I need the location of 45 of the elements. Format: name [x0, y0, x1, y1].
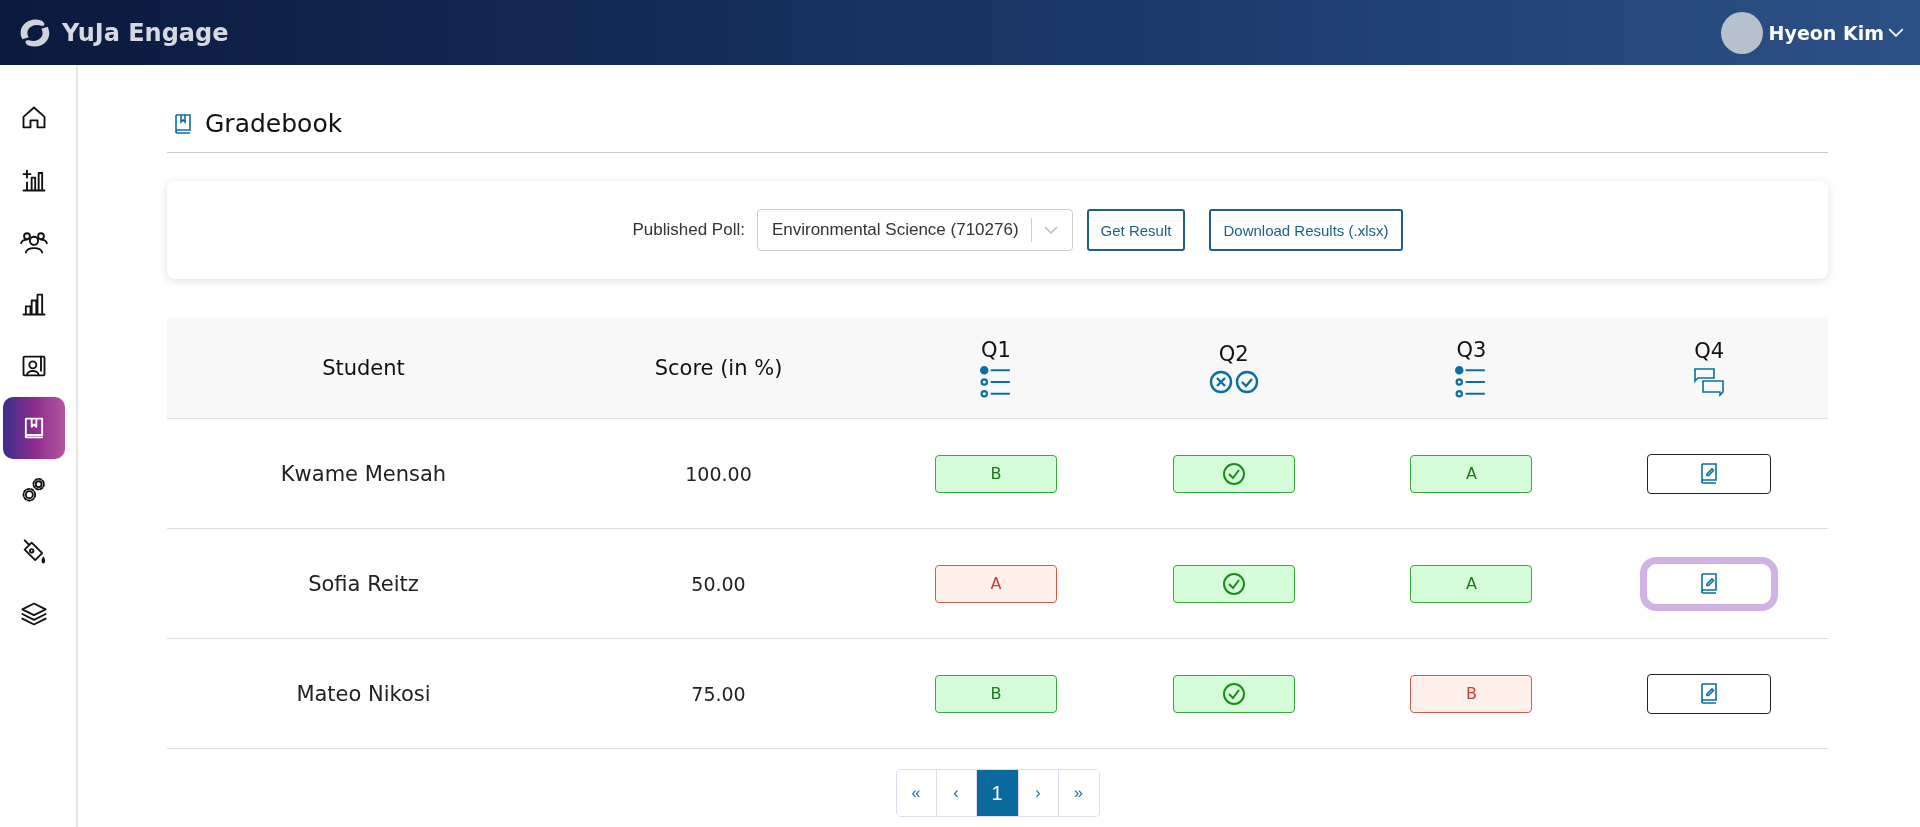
student-name: Sofia Reitz — [308, 571, 419, 596]
action-button[interactable]: Get Result — [1086, 209, 1186, 251]
answer-badge: A — [1410, 454, 1533, 493]
answer-badge: B — [934, 454, 1057, 493]
avatar[interactable] — [1720, 11, 1763, 54]
book-edit-icon — [1699, 461, 1720, 486]
view-response-button[interactable] — [1647, 673, 1772, 714]
student-name: Kwame Mensah — [280, 461, 447, 486]
list-icon — [1455, 365, 1488, 398]
score-cell: 75.00 — [691, 682, 746, 705]
column-header: Q2 — [1218, 341, 1249, 366]
view-response-button[interactable] — [1647, 453, 1772, 494]
chat-bubbles-icon — [1692, 366, 1727, 397]
chevron-down-icon — [1043, 226, 1058, 234]
sidebar-item[interactable] — [3, 397, 65, 459]
score-cell: 100.00 — [685, 462, 752, 485]
column-header: Q3 — [1456, 337, 1487, 362]
book-edit-icon — [1699, 571, 1720, 596]
action-button[interactable]: Download Results (.xlsx) — [1209, 209, 1403, 251]
page-button[interactable]: 1 — [976, 770, 1019, 816]
cross-check-icon — [1208, 369, 1259, 394]
check-circle-icon — [1221, 461, 1246, 486]
book-edit-icon — [1699, 681, 1720, 706]
list-icon — [979, 365, 1012, 398]
answer-badge: A — [1410, 564, 1533, 603]
page-title: Gradebook — [205, 109, 343, 138]
answer-badge: B — [1410, 674, 1533, 713]
check-circle-icon — [1221, 681, 1246, 706]
brand-name: YuJa Engage — [62, 18, 229, 47]
page-button[interactable]: « — [896, 770, 937, 816]
chevron-down-icon — [1888, 28, 1904, 37]
column-header: Q1 — [980, 337, 1011, 362]
answer-badge: A — [934, 564, 1057, 603]
poll-label: Published Poll: — [632, 220, 745, 240]
layers-icon — [20, 600, 48, 628]
gears-icon — [20, 476, 48, 504]
poll-select[interactable]: Environmental Science (710276) — [756, 209, 1073, 251]
score-cell: 50.00 — [691, 572, 746, 595]
student-name: Mateo Nikosi — [296, 681, 431, 706]
user-menu[interactable]: Hyeon Kim — [1768, 21, 1904, 44]
check-circle-icon — [1221, 571, 1246, 596]
column-header: Q4 — [1694, 338, 1725, 363]
column-header: Student — [322, 355, 405, 380]
answer-badge: B — [934, 674, 1057, 713]
column-header: Score (in %) — [654, 355, 783, 380]
